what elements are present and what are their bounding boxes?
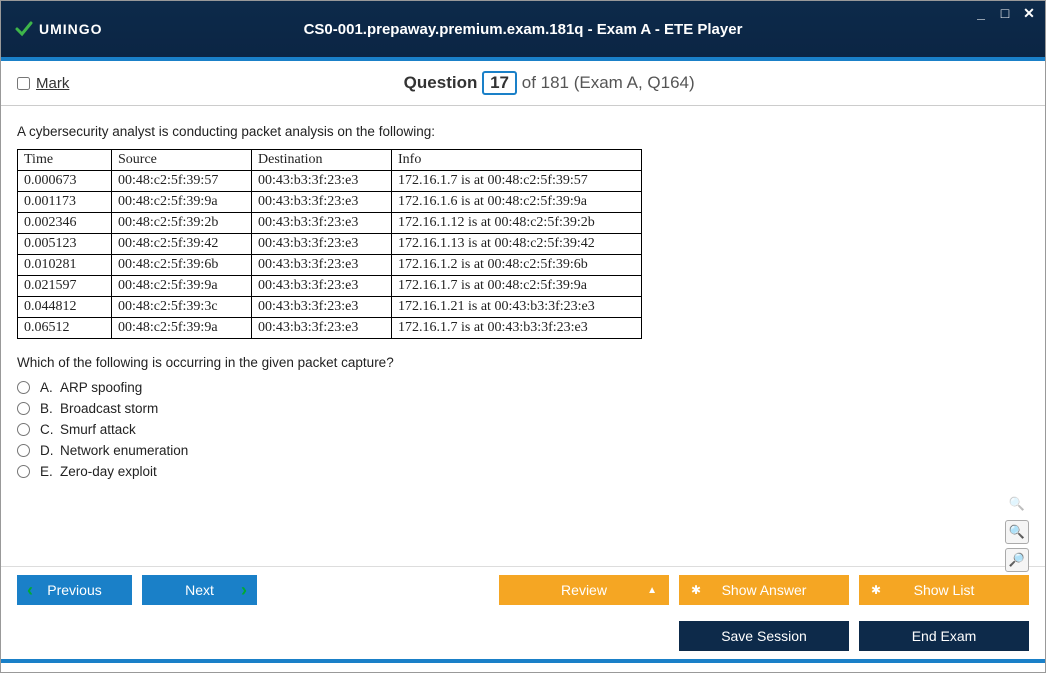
table-row: 0.00117300:48:c2:5f:39:9a00:43:b3:3f:23:… bbox=[18, 192, 642, 213]
answer-radio[interactable] bbox=[17, 423, 30, 436]
answer-option[interactable]: D. Network enumeration bbox=[17, 443, 1029, 458]
app-logo: UMINGO bbox=[13, 18, 103, 40]
title-bar: UMINGO CS0-001.prepaway.premium.exam.181… bbox=[1, 1, 1045, 57]
star-icon: ✱ bbox=[871, 583, 881, 597]
mark-label: Mark bbox=[36, 75, 69, 92]
option-text: Zero-day exploit bbox=[60, 464, 157, 479]
window-title: CS0-001.prepaway.premium.exam.181q - Exa… bbox=[304, 21, 743, 38]
answer-radio[interactable] bbox=[17, 402, 30, 415]
table-row: 0.02159700:48:c2:5f:39:9a00:43:b3:3f:23:… bbox=[18, 276, 642, 297]
option-letter: A. bbox=[40, 380, 60, 395]
triangle-up-icon: ▲ bbox=[647, 585, 657, 596]
answer-option[interactable]: C. Smurf attack bbox=[17, 422, 1029, 437]
zoom-tools: 🔍 🔍 🔎 bbox=[1005, 492, 1029, 572]
review-button[interactable]: Review▲ bbox=[499, 575, 669, 605]
table-header: Source bbox=[112, 150, 252, 171]
answer-option[interactable]: E. Zero-day exploit bbox=[17, 464, 1029, 479]
star-icon: ✱ bbox=[691, 583, 701, 597]
close-button[interactable]: ✕ bbox=[1021, 5, 1037, 22]
end-exam-button[interactable]: End Exam bbox=[859, 621, 1029, 651]
mark-checkbox[interactable] bbox=[17, 77, 30, 90]
option-text: ARP spoofing bbox=[60, 380, 142, 395]
save-session-button[interactable]: Save Session bbox=[679, 621, 849, 651]
option-letter: B. bbox=[40, 401, 60, 416]
answer-options: A. ARP spoofingB. Broadcast stormC. Smur… bbox=[17, 380, 1029, 479]
option-text: Smurf attack bbox=[60, 422, 136, 437]
question-stem: A cybersecurity analyst is conducting pa… bbox=[17, 124, 1029, 139]
next-button[interactable]: Next› bbox=[142, 575, 257, 605]
table-row: 0.0651200:48:c2:5f:39:9a00:43:b3:3f:23:e… bbox=[18, 318, 642, 339]
window-controls: _ □ ✕ bbox=[973, 5, 1037, 22]
table-row: 0.04481200:48:c2:5f:39:3c00:43:b3:3f:23:… bbox=[18, 297, 642, 318]
table-row: 0.00234600:48:c2:5f:39:2b00:43:b3:3f:23:… bbox=[18, 213, 642, 234]
show-answer-button[interactable]: ✱Show Answer bbox=[679, 575, 849, 605]
question-followup: Which of the following is occurring in t… bbox=[17, 355, 1029, 370]
answer-radio[interactable] bbox=[17, 444, 30, 457]
zoom-out-button[interactable]: 🔎 bbox=[1005, 548, 1029, 572]
question-of: of 181 (Exam A, Q164) bbox=[522, 73, 695, 92]
answer-radio[interactable] bbox=[17, 465, 30, 478]
question-counter: Question 17 of 181 (Exam A, Q164) bbox=[69, 71, 1029, 95]
packet-table: TimeSourceDestinationInfo 0.00067300:48:… bbox=[17, 149, 642, 339]
mark-toggle[interactable]: Mark bbox=[17, 75, 69, 92]
question-current[interactable]: 17 bbox=[482, 71, 517, 95]
question-content: A cybersecurity analyst is conducting pa… bbox=[1, 106, 1045, 566]
answer-radio[interactable] bbox=[17, 381, 30, 394]
answer-option[interactable]: A. ARP spoofing bbox=[17, 380, 1029, 395]
logo-text: UMINGO bbox=[39, 21, 103, 37]
session-button-row: Save Session End Exam bbox=[1, 613, 1045, 663]
question-word: Question bbox=[404, 73, 478, 92]
table-row: 0.00512300:48:c2:5f:39:4200:43:b3:3f:23:… bbox=[18, 234, 642, 255]
option-letter: C. bbox=[40, 422, 60, 437]
maximize-button[interactable]: □ bbox=[997, 5, 1013, 22]
table-header: Time bbox=[18, 150, 112, 171]
nav-button-row: ‹Previous Next› Review▲ ✱Show Answer ✱Sh… bbox=[1, 566, 1045, 613]
chevron-left-icon: ‹ bbox=[27, 580, 33, 601]
zoom-in-button[interactable]: 🔍 bbox=[1005, 520, 1029, 544]
table-header: Destination bbox=[252, 150, 392, 171]
table-row: 0.01028100:48:c2:5f:39:6b00:43:b3:3f:23:… bbox=[18, 255, 642, 276]
previous-button[interactable]: ‹Previous bbox=[17, 575, 132, 605]
question-header: Mark Question 17 of 181 (Exam A, Q164) bbox=[1, 61, 1045, 106]
search-icon[interactable]: 🔍 bbox=[1005, 492, 1029, 516]
minimize-button[interactable]: _ bbox=[973, 5, 989, 22]
chevron-right-icon: › bbox=[241, 580, 247, 601]
show-list-button[interactable]: ✱Show List bbox=[859, 575, 1029, 605]
table-header: Info bbox=[392, 150, 642, 171]
option-text: Network enumeration bbox=[60, 443, 188, 458]
option-text: Broadcast storm bbox=[60, 401, 158, 416]
option-letter: E. bbox=[40, 464, 60, 479]
option-letter: D. bbox=[40, 443, 60, 458]
answer-option[interactable]: B. Broadcast storm bbox=[17, 401, 1029, 416]
table-row: 0.00067300:48:c2:5f:39:5700:43:b3:3f:23:… bbox=[18, 171, 642, 192]
